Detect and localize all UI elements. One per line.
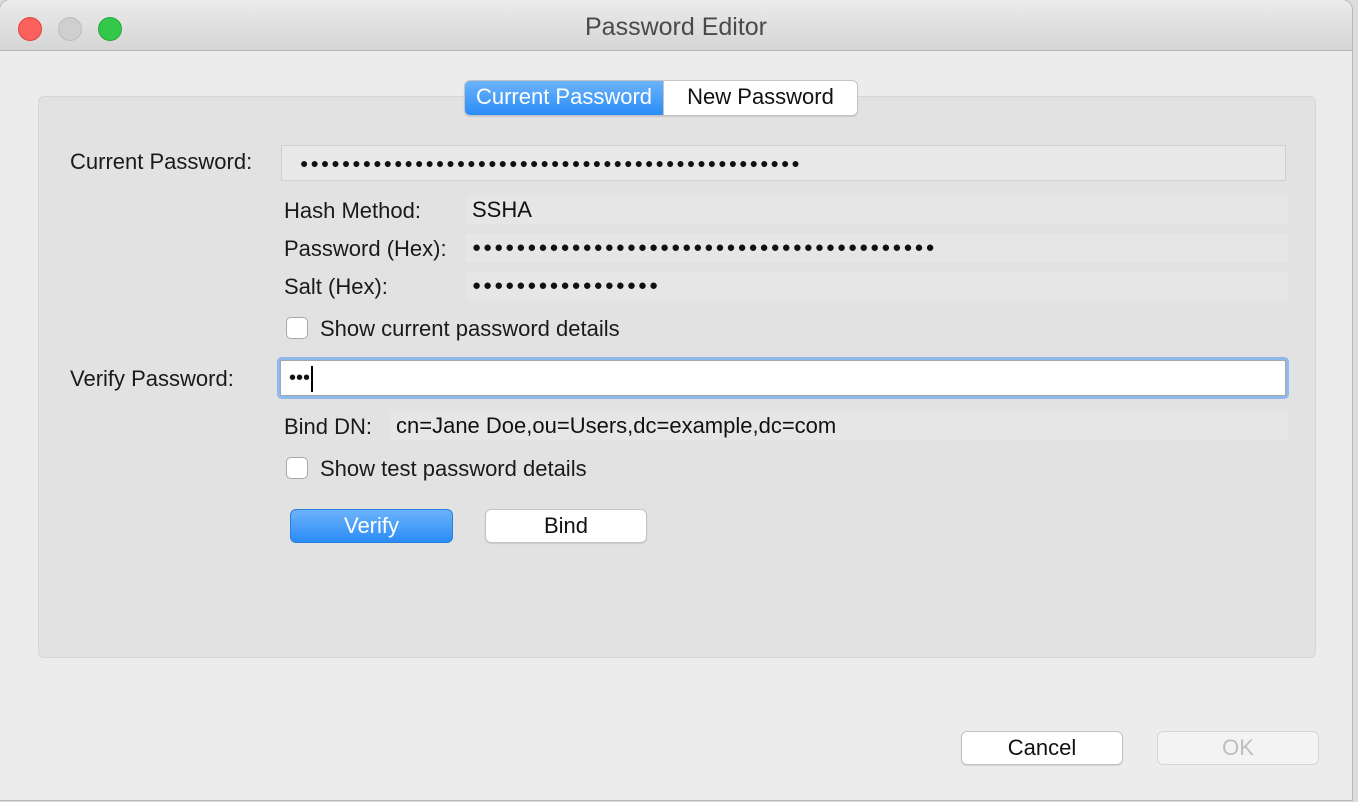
show-current-details-checkbox[interactable] xyxy=(286,317,308,339)
current-password-field[interactable]: ●●●●●●●●●●●●●●●●●●●●●●●●●●●●●●●●●●●●●●●●… xyxy=(281,145,1286,181)
bind-dn-label: Bind DN: xyxy=(284,414,373,439)
titlebar: Password Editor xyxy=(0,0,1352,51)
tab-new-password[interactable]: New Password xyxy=(663,81,857,115)
verify-password-label: Verify Password: xyxy=(70,366,234,391)
password-editor-window: Password Editor Current Password New Pas… xyxy=(0,0,1352,800)
salt-hex-value: ●●●●●●●●●●●●●●●●● xyxy=(466,272,1288,300)
show-test-details-label: Show test password details xyxy=(320,456,587,481)
show-current-details-label: Show current password details xyxy=(320,316,620,341)
tab-bar: Current Password New Password xyxy=(464,80,858,116)
salt-hex-label: Salt (Hex): xyxy=(284,274,388,299)
hash-method-label: Hash Method: xyxy=(284,198,421,223)
cancel-button[interactable]: Cancel xyxy=(961,731,1123,765)
text-caret xyxy=(311,365,314,392)
verify-password-value: ••• xyxy=(289,367,311,389)
current-password-label: Current Password: xyxy=(70,149,253,174)
verify-button[interactable]: Verify xyxy=(290,509,453,543)
bind-button[interactable]: Bind xyxy=(485,509,647,543)
ok-button[interactable]: OK xyxy=(1157,731,1319,765)
bind-dn-value: cn=Jane Doe,ou=Users,dc=example,dc=com xyxy=(390,412,1288,440)
verify-password-input[interactable]: ••• xyxy=(280,360,1286,396)
window-title: Password Editor xyxy=(584,13,768,41)
hash-method-value: SSHA xyxy=(466,196,1288,224)
tab-current-password[interactable]: Current Password xyxy=(465,81,663,115)
password-hex-value: ●●●●●●●●●●●●●●●●●●●●●●●●●●●●●●●●●●●●●●●●… xyxy=(466,234,1288,262)
show-test-details-checkbox[interactable] xyxy=(286,457,308,479)
password-hex-label: Password (Hex): xyxy=(284,236,447,261)
